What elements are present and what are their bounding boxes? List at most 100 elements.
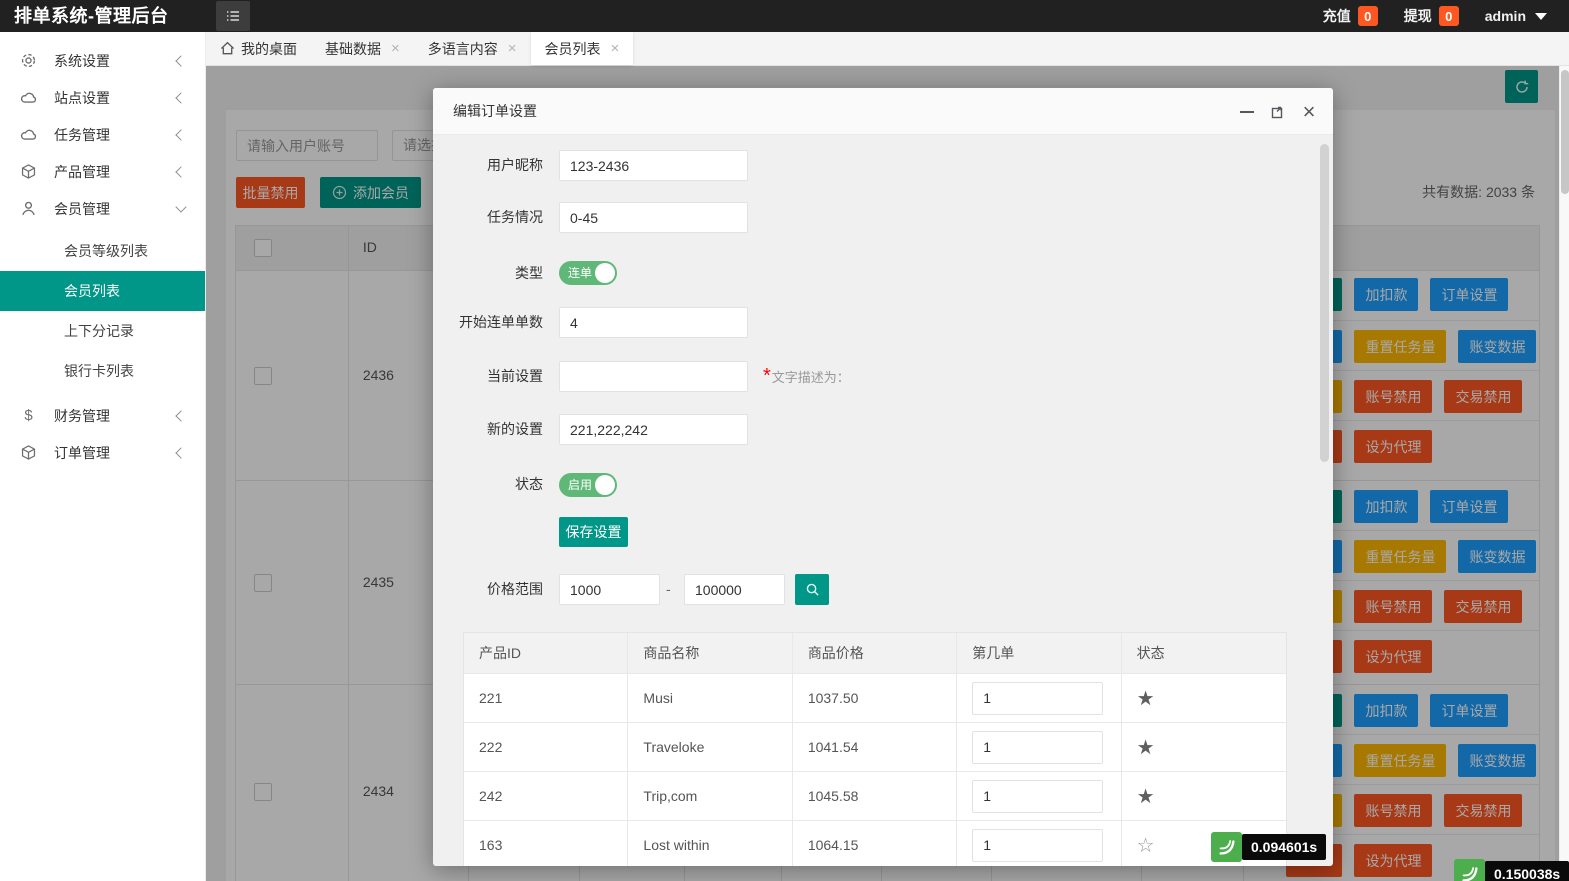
- page-scrollbar[interactable]: [1559, 66, 1569, 881]
- recharge-count-badge: 0: [1358, 6, 1378, 26]
- tab-label: 会员列表: [545, 39, 601, 59]
- price-range-label: 价格范围: [433, 574, 543, 605]
- task-status-label: 任务情况: [433, 202, 543, 233]
- price-min-input[interactable]: [559, 574, 660, 605]
- product-row: 222 Traveloke 1041.54 ★: [464, 723, 1286, 772]
- tab-member-list[interactable]: 会员列表 ×: [531, 32, 634, 65]
- top-header: 排单系统-管理后台 充值 0 提现 0 admin: [0, 0, 1569, 32]
- new-setting-input[interactable]: [559, 414, 748, 445]
- current-setting-label: 当前设置: [433, 361, 543, 392]
- dialog-header: 编辑订单设置 ×: [433, 88, 1333, 135]
- sidebar-toggle-button[interactable]: [216, 1, 250, 31]
- product-id: 222: [464, 723, 628, 771]
- tab-close-icon[interactable]: ×: [508, 41, 517, 56]
- product-table-header: 产品ID 商品名称 商品价格 第几单 状态: [464, 633, 1286, 674]
- tab-multilang[interactable]: 多语言内容 ×: [414, 32, 531, 65]
- sidebar-item-bank-card-list[interactable]: 银行卡列表: [0, 351, 205, 391]
- member-submenu: 会员等级列表 会员列表 上下分记录 银行卡列表: [0, 227, 205, 397]
- cloud-icon: [20, 89, 37, 106]
- tab-bar: 我的桌面 基础数据 × 多语言内容 × 会员列表 ×: [206, 32, 1569, 66]
- sidebar-item-order-management[interactable]: 订单管理: [0, 434, 205, 471]
- order-number-input[interactable]: [972, 780, 1103, 813]
- type-toggle[interactable]: 连单: [559, 261, 617, 285]
- product-row: 163 Lost within 1064.15 ☆: [464, 821, 1286, 866]
- sidebar-item-system-settings[interactable]: 系统设置: [0, 42, 205, 79]
- username: admin: [1485, 8, 1526, 24]
- recharge-menu[interactable]: 充值 0: [1323, 6, 1378, 26]
- tab-close-icon[interactable]: ×: [391, 41, 400, 56]
- save-settings-button[interactable]: 保存设置: [559, 517, 628, 547]
- product-table: 产品ID 商品名称 商品价格 第几单 状态 221 Musi 1037.50 ★…: [463, 632, 1287, 866]
- app-title: 排单系统-管理后台: [14, 0, 169, 32]
- sidebar-item-member-list[interactable]: 会员列表: [0, 271, 205, 311]
- withdraw-count-badge: 0: [1439, 6, 1459, 26]
- product-id: 242: [464, 772, 628, 820]
- user-menu[interactable]: admin: [1485, 8, 1547, 24]
- product-price: 1041.54: [793, 723, 957, 771]
- edit-order-settings-dialog: 编辑订单设置 × 用户昵称 任务情况 类型 连单 开始连单单数 当前设置 *文字…: [433, 88, 1333, 866]
- chevron-left-icon: [175, 92, 186, 103]
- task-status-input[interactable]: [559, 202, 748, 233]
- sidebar: 系统设置 站点设置 任务管理 产品管理 会员管理 会员等级列表 会员列表 上下分…: [0, 32, 206, 881]
- price-max-input[interactable]: [684, 574, 785, 605]
- page-render-time: 0.150038s: [1485, 861, 1569, 881]
- product-id: 163: [464, 821, 628, 866]
- chevron-left-icon: [175, 55, 186, 66]
- trace-logo-icon[interactable]: [1211, 832, 1242, 862]
- home-icon: [220, 41, 235, 56]
- close-icon[interactable]: ×: [1301, 104, 1317, 120]
- maximize-icon[interactable]: [1270, 104, 1286, 120]
- cloud-icon: [20, 126, 37, 143]
- price-search-button[interactable]: [795, 574, 829, 605]
- minimize-icon[interactable]: [1239, 104, 1255, 120]
- tab-basic-data[interactable]: 基础数据 ×: [311, 32, 414, 65]
- withdraw-menu[interactable]: 提现 0: [1404, 6, 1459, 26]
- dialog-title: 编辑订单设置: [453, 88, 537, 135]
- star-icon[interactable]: ★: [1137, 686, 1155, 711]
- dialog-scrollbar-thumb[interactable]: [1320, 144, 1329, 462]
- nickname-input[interactable]: [559, 150, 748, 181]
- dollar-icon: $: [20, 407, 37, 424]
- trace-logo-icon[interactable]: [1454, 859, 1485, 881]
- order-number-input[interactable]: [972, 682, 1103, 715]
- star-icon[interactable]: ★: [1137, 735, 1155, 760]
- start-count-label: 开始连单单数: [433, 307, 543, 338]
- sidebar-item-task-management[interactable]: 任务管理: [0, 116, 205, 153]
- status-toggle[interactable]: 启用: [559, 473, 617, 497]
- tab-label: 多语言内容: [428, 39, 498, 59]
- tab-desktop[interactable]: 我的桌面: [206, 32, 311, 65]
- star-icon[interactable]: ☆: [1137, 833, 1155, 858]
- order-number-input[interactable]: [972, 829, 1103, 862]
- page-render-time: 0.094601s: [1242, 834, 1326, 860]
- toggle-knob: [595, 475, 615, 495]
- start-count-input[interactable]: [559, 307, 748, 338]
- product-price: 1045.58: [793, 772, 957, 820]
- price-range-separator: -: [666, 574, 671, 605]
- recharge-label: 充值: [1323, 6, 1351, 26]
- chevron-left-icon: [175, 410, 186, 421]
- order-number-input[interactable]: [972, 731, 1103, 764]
- product-name: Traveloke: [628, 723, 792, 771]
- scrollbar-thumb[interactable]: [1561, 70, 1569, 194]
- product-id: 221: [464, 674, 628, 722]
- sidebar-item-product-management[interactable]: 产品管理: [0, 153, 205, 190]
- list-icon: [225, 8, 241, 24]
- sidebar-item-finance-management[interactable]: $ 财务管理: [0, 397, 205, 434]
- star-icon[interactable]: ★: [1137, 784, 1155, 809]
- chevron-left-icon: [175, 129, 186, 140]
- sidebar-item-site-settings[interactable]: 站点设置: [0, 79, 205, 116]
- product-row: 242 Trip,com 1045.58 ★: [464, 772, 1286, 821]
- sidebar-item-score-records[interactable]: 上下分记录: [0, 311, 205, 351]
- chevron-left-icon: [175, 447, 186, 458]
- person-icon: [20, 200, 37, 217]
- text-description-hint: *文字描述为：: [763, 361, 850, 393]
- current-setting-input[interactable]: [559, 361, 748, 392]
- sidebar-item-member-level-list[interactable]: 会员等级列表: [0, 231, 205, 271]
- tab-close-icon[interactable]: ×: [611, 41, 620, 56]
- toggle-knob: [595, 263, 615, 283]
- gear-icon: [20, 52, 37, 69]
- product-name: Musi: [628, 674, 792, 722]
- tab-label: 我的桌面: [241, 39, 297, 59]
- type-label: 类型: [433, 258, 543, 289]
- sidebar-item-member-management[interactable]: 会员管理: [0, 190, 205, 227]
